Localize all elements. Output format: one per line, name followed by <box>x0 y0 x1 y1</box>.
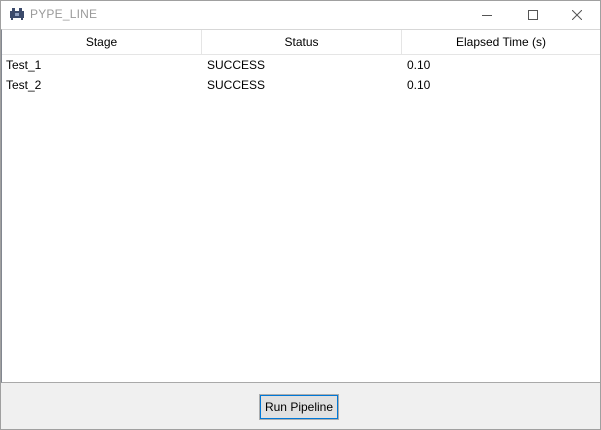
column-header-stage[interactable]: Stage <box>2 30 202 54</box>
maximize-button[interactable] <box>510 1 556 29</box>
column-header-status[interactable]: Status <box>202 30 402 54</box>
cell-elapsed: 0.10 <box>407 78 431 92</box>
minimize-icon <box>482 10 492 20</box>
cell-stage: Test_1 <box>6 58 42 72</box>
close-icon <box>572 10 582 20</box>
maximize-icon <box>528 10 538 20</box>
window-title: PYPE_LINE <box>30 7 98 21</box>
cell-status: SUCCESS <box>207 78 266 92</box>
title-bar[interactable]: PYPE_LINE <box>1 1 600 29</box>
cell-elapsed: 0.10 <box>407 58 431 72</box>
main-window: PYPE_LINE Stage Status Elapsed Time (s) <box>0 0 601 430</box>
table-header: Stage Status Elapsed Time (s) <box>2 30 600 55</box>
column-header-elapsed[interactable]: Elapsed Time (s) <box>402 30 600 54</box>
close-button[interactable] <box>554 1 600 29</box>
table-row[interactable]: Test_2 SUCCESS 0.10 <box>2 75 600 95</box>
app-pipeline-icon <box>9 7 25 21</box>
cell-status: SUCCESS <box>207 58 266 72</box>
cell-stage: Test_2 <box>6 78 42 92</box>
run-pipeline-button[interactable]: Run Pipeline <box>259 394 339 420</box>
stage-table[interactable]: Stage Status Elapsed Time (s) Test_1 SUC… <box>1 29 600 383</box>
footer-bar: Run Pipeline <box>1 383 600 429</box>
minimize-button[interactable] <box>464 1 510 29</box>
table-row[interactable]: Test_1 SUCCESS 0.10 <box>2 55 600 75</box>
